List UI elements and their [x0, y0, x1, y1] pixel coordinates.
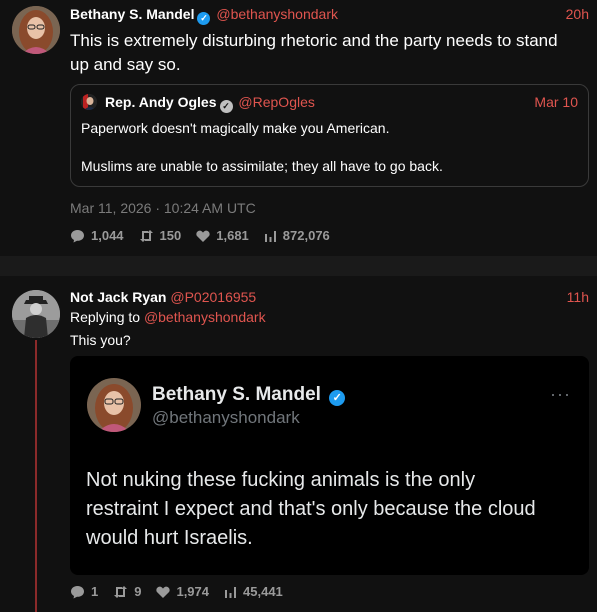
views-bar-chart-icon [225, 586, 237, 598]
author-avatar[interactable] [12, 290, 60, 338]
attached-image[interactable]: Bethany S. Mandel ✓ @bethanyshondark ···… [70, 356, 589, 575]
quoted-author-name[interactable]: Rep. Andy Ogles [105, 94, 217, 110]
view-count: 45,441 [243, 584, 283, 599]
main-post[interactable]: Bethany S. Mandel ✓ @bethanyshondark 20h … [0, 0, 597, 256]
reply-count: 1 [91, 584, 99, 599]
thread-line [35, 340, 37, 612]
verified-badge-icon: ✓ [219, 100, 233, 113]
quoted-author-handle[interactable]: @RepOgles [238, 94, 314, 110]
reply-count: 1,044 [91, 228, 124, 243]
retweet-button[interactable]: 150 [139, 228, 182, 243]
like-button[interactable]: 1,681 [196, 228, 249, 243]
screenshot-text-line: Not nuking these fucking animals is the … [86, 469, 476, 491]
post-text: This you? [70, 332, 131, 348]
quoted-text-line: Paperwork doesn't magically make you Ame… [81, 120, 390, 136]
quoted-text-line: Muslims are unable to assimilate; they a… [81, 158, 443, 174]
quoted-author-avatar[interactable] [81, 94, 97, 110]
screenshot-handle: @bethanyshondark [152, 408, 300, 427]
like-button[interactable]: 1,974 [156, 584, 209, 599]
replying-label: Replying to [70, 309, 141, 325]
like-count: 1,681 [216, 228, 249, 243]
screenshot-author-name: Bethany S. Mandel [152, 384, 321, 405]
post-text: This is extremely disturbing rhetoric an… [70, 29, 558, 77]
author-handle[interactable]: @bethanyshondark [216, 6, 338, 22]
heart-icon [196, 230, 210, 242]
reply-button[interactable]: 1 [70, 584, 98, 599]
replying-handle[interactable]: @bethanyshondark [144, 309, 266, 325]
reply-button[interactable]: 1,044 [70, 228, 124, 243]
views-button[interactable]: 45,441 [224, 584, 283, 599]
retweet-icon [114, 585, 128, 598]
verified-badge-icon: ✓ [197, 12, 211, 25]
replying-to: Replying to @bethanyshondark [70, 309, 266, 325]
reply-icon [71, 229, 84, 242]
post-text-line: up and say so. [70, 55, 181, 74]
author-name[interactable]: Not Jack Ryan [70, 289, 166, 305]
view-count: 872,076 [282, 228, 330, 243]
more-options-icon: ··· [550, 384, 571, 404]
screenshot-text: Not nuking these fucking animals is the … [86, 466, 536, 553]
retweet-count: 9 [134, 584, 142, 599]
post-time[interactable]: 20h [566, 6, 589, 22]
retweet-button[interactable]: 9 [113, 584, 141, 599]
views-button[interactable]: 872,076 [264, 228, 330, 243]
post-stats: 1,044 150 1,681 872,076 [70, 228, 345, 243]
author-handle[interactable]: @P02016955 [170, 289, 256, 305]
quoted-post[interactable]: Rep. Andy Ogles ✓ @RepOgles Mar 10 Paperw… [70, 84, 589, 187]
author-avatar[interactable] [12, 6, 60, 54]
screenshot-avatar [87, 378, 141, 432]
post-timestamp[interactable]: Mar 11, 2026 · 10:24 AM UTC [70, 200, 256, 216]
post-text-line: This is extremely disturbing rhetoric an… [70, 31, 558, 50]
post-header: Bethany S. Mandel ✓ @bethanyshondark [70, 6, 338, 25]
quoted-header: Rep. Andy Ogles ✓ @RepOgles [105, 94, 315, 113]
post-header: Not Jack Ryan @P02016955 [70, 289, 256, 305]
quoted-date[interactable]: Mar 10 [534, 94, 578, 110]
like-count: 1,974 [176, 584, 210, 599]
retweet-count: 150 [159, 228, 182, 243]
heart-icon [156, 586, 171, 598]
screenshot-text-line: restraint I expect and that's only becau… [86, 498, 536, 520]
screenshot-text-line: would hurt Israelis. [86, 527, 253, 549]
post-time[interactable]: 11h [567, 289, 589, 305]
verified-badge-icon: ✓ [329, 390, 346, 406]
author-name[interactable]: Bethany S. Mandel [70, 6, 194, 22]
screenshot-author: Bethany S. Mandel ✓ [152, 384, 347, 406]
retweet-icon [139, 229, 153, 242]
post-stats: 1 9 1,974 45,441 [70, 584, 298, 599]
views-bar-chart-icon [264, 230, 276, 242]
reply-icon [71, 585, 84, 598]
